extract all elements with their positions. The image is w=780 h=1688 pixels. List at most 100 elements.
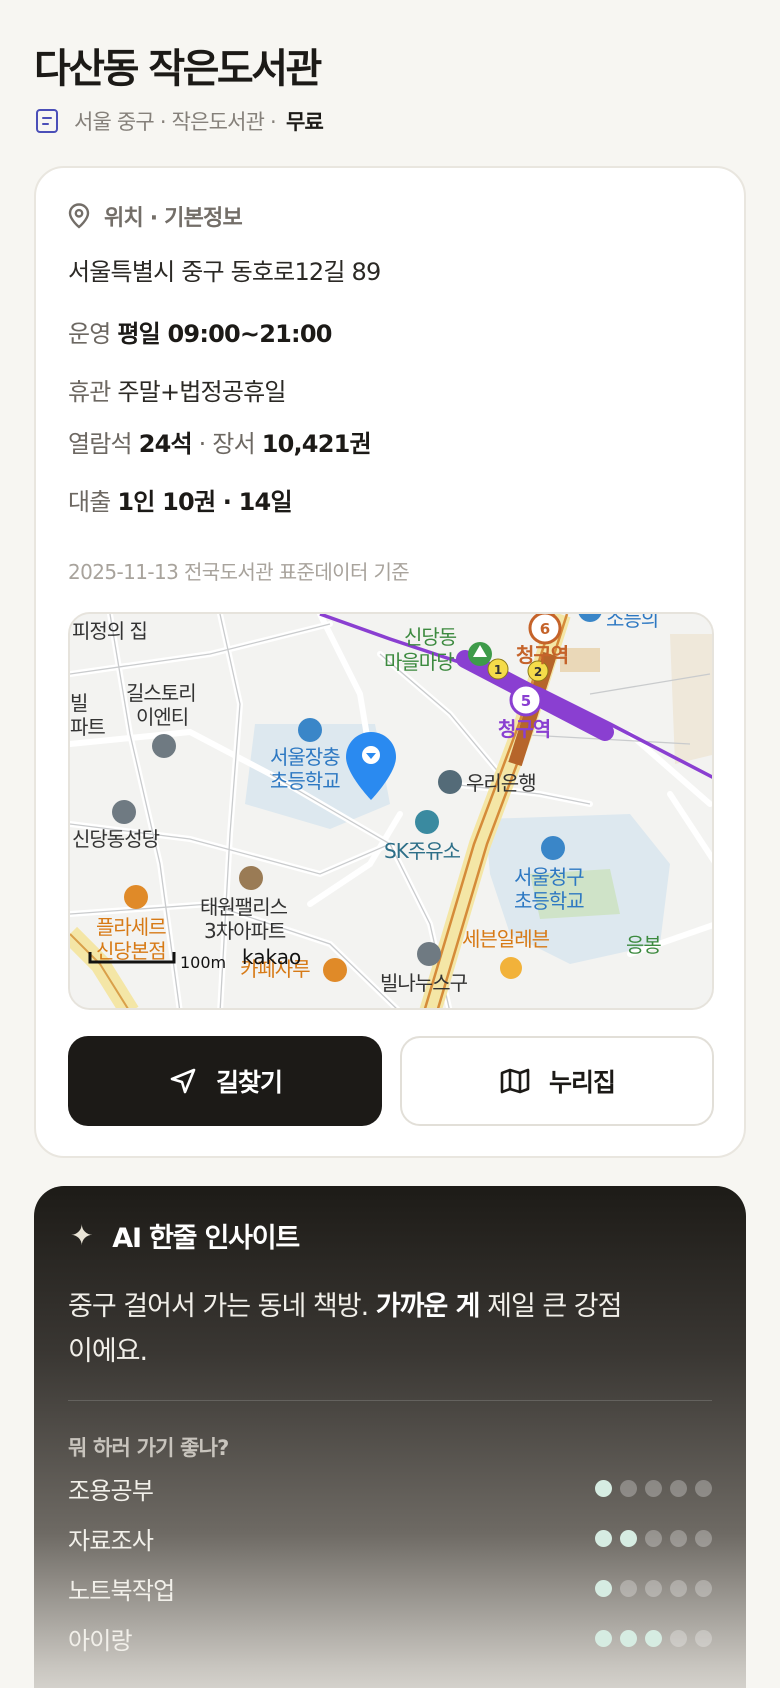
purpose-label: 조용공부	[68, 1476, 154, 1505]
purpose-rating-row: 조용공부	[68, 1470, 712, 1506]
map-label: 3차아파트	[204, 919, 286, 943]
map-label: 초등학교	[514, 889, 584, 913]
map-label: 청구역	[498, 717, 550, 741]
rating-dot	[695, 1529, 712, 1547]
hours-label: 운영	[68, 320, 111, 348]
library-summary: 서울 중구 · 작은도서관 · 무료	[36, 106, 324, 136]
map-label: 응봉	[626, 933, 661, 957]
rating-dot	[695, 1479, 712, 1497]
fee-badge: 무료	[285, 110, 324, 134]
rating-dot	[620, 1629, 637, 1647]
ai-insight-text: 중구 걸어서 가는 동네 책방. 가까운 게 제일 큰 강점이에요.	[68, 1284, 628, 1374]
closed-row: 휴관 주말+법정공휴일	[68, 372, 286, 407]
hours-row: 운영 평일 09:00~21:00	[68, 314, 332, 349]
purpose-rating-row: 아이랑	[68, 1620, 712, 1656]
purpose-label: 노트북작업	[68, 1576, 175, 1605]
map-canvas: 피정의 집 길스토리 이엔티 빌 파트 신당동 마을마당 청구역 청구역 서울장…	[70, 614, 712, 1008]
map-label: 플라세르	[96, 915, 166, 939]
rating-dot	[620, 1579, 637, 1597]
map-label: 피정의 집	[72, 619, 147, 643]
rating-dot	[620, 1529, 637, 1547]
closed-label: 휴관	[68, 378, 111, 406]
purpose-label: 자료조사	[68, 1526, 154, 1555]
rating-dot	[670, 1579, 687, 1597]
info-section-title: 위치 · 기본정보	[104, 206, 243, 231]
purpose-label: 아이랑	[68, 1626, 133, 1655]
rating-dots	[595, 1479, 712, 1497]
books-value: 10,421권	[261, 430, 372, 458]
ai-insight-header: ✦ AI 한줄 인사이트	[70, 1216, 300, 1255]
map-label: SK주유소	[384, 839, 461, 863]
directions-button[interactable]: 길찾기	[68, 1036, 382, 1126]
directions-button-label: 길찾기	[215, 1068, 283, 1097]
ai-insight-text-start: 중구 걸어서 가는 동네 책방.	[68, 1291, 376, 1322]
map-label: 빌나누스구	[380, 971, 468, 995]
kakao-logo: kakao	[242, 945, 301, 969]
rating-dot	[595, 1579, 612, 1597]
ai-insight-title: AI 한줄 인사이트	[112, 1223, 300, 1254]
ai-insight-card: ✦ AI 한줄 인사이트 중구 걸어서 가는 동네 책방. 가까운 게 제일 큰…	[34, 1186, 746, 1688]
rating-dot	[645, 1529, 662, 1547]
map-label: 서울청구	[514, 865, 584, 889]
rating-dot	[620, 1479, 637, 1497]
loan-label: 대출	[68, 488, 111, 516]
map-scale-label: 100m	[180, 953, 226, 972]
rating-dots	[595, 1529, 712, 1547]
map-icon	[500, 1068, 530, 1094]
subway-line-5-marker: 5	[521, 692, 531, 710]
library-region-type: 서울 중구 · 작은도서관 ·	[74, 110, 277, 134]
info-section-header: 위치 · 기본정보	[68, 200, 243, 232]
station-exit-marker: 2	[534, 665, 542, 679]
navigation-arrow-icon	[170, 1068, 196, 1094]
rating-dot	[595, 1629, 612, 1647]
map-label: 소등의	[606, 614, 658, 631]
rating-dot	[645, 1479, 662, 1497]
map-label: 우리은행	[466, 771, 536, 795]
rating-dot	[670, 1629, 687, 1647]
purpose-rating-row: 노트북작업	[68, 1570, 712, 1606]
map-label: 빌	[70, 691, 87, 715]
map-label: 세븐일레븐	[462, 927, 550, 951]
map-label: 신당본점	[96, 939, 166, 963]
ai-insight-text-highlight: 가까운 게	[375, 1291, 481, 1322]
location-map[interactable]: 피정의 집 길스토리 이엔티 빌 파트 신당동 마을마당 청구역 청구역 서울장…	[68, 612, 714, 1010]
map-label: 신당동성당	[72, 827, 160, 851]
divider	[68, 1400, 712, 1401]
books-label: · 장서	[198, 430, 256, 458]
capacity-row: 열람석 24석 · 장서 10,421권	[68, 424, 372, 459]
purpose-question: 뭐 하러 가기 좋나?	[68, 1436, 229, 1460]
subway-line-6-marker: 6	[540, 620, 550, 638]
location-pin-icon	[68, 203, 90, 229]
map-label: 태원팰리스	[200, 895, 288, 919]
rating-dots	[595, 1629, 712, 1647]
info-card: 위치 · 기본정보 서울특별시 중구 동호로12길 89 운영 평일 09:00…	[34, 166, 746, 1158]
document-icon	[36, 109, 58, 133]
sparkle-icon: ✦	[70, 1219, 93, 1252]
map-label: 신당동	[404, 625, 457, 649]
rating-dots	[595, 1579, 712, 1597]
rating-dot	[695, 1629, 712, 1647]
purpose-rating-row: 자료조사	[68, 1520, 712, 1556]
rating-dot	[695, 1579, 712, 1597]
map-label: 마을마당	[384, 650, 454, 674]
map-label: 파트	[70, 715, 105, 739]
website-button-label: 누리집	[548, 1068, 616, 1097]
rating-dot	[645, 1629, 662, 1647]
address: 서울특별시 중구 동호로12길 89	[68, 258, 381, 286]
loan-value: 1인 10권 · 14일	[117, 488, 292, 516]
map-label: 서울장충	[270, 745, 340, 769]
map-label: 초등학교	[270, 769, 340, 793]
hours-value: 평일 09:00~21:00	[117, 320, 332, 348]
rating-dot	[595, 1479, 612, 1497]
rating-dot	[595, 1529, 612, 1547]
map-label: 이엔티	[136, 705, 188, 729]
map-label: 청구역	[516, 643, 568, 667]
loan-row: 대출 1인 10권 · 14일	[68, 482, 293, 517]
rating-dot	[645, 1579, 662, 1597]
seats-label: 열람석	[68, 430, 133, 458]
closed-value: 주말+법정공휴일	[117, 378, 286, 406]
website-button[interactable]: 누리집	[400, 1036, 714, 1126]
rating-dot	[670, 1529, 687, 1547]
map-label: 길스토리	[126, 681, 196, 705]
station-exit-marker: 1	[494, 663, 502, 677]
